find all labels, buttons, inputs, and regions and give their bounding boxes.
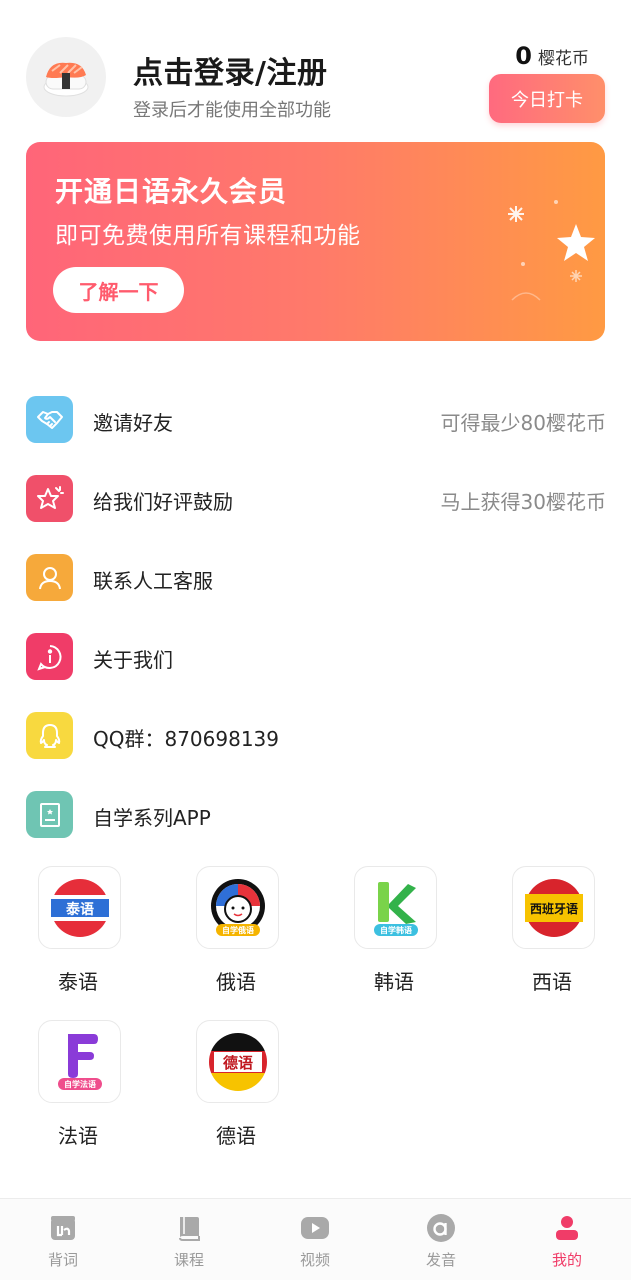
learn-more-button[interactable]: 了解一下 xyxy=(53,267,184,313)
star-decoration-icon xyxy=(508,200,595,301)
tab-label: 课程 xyxy=(173,1251,204,1269)
app-russian[interactable]: 自学俄语 俄语 xyxy=(186,866,286,1006)
play-icon xyxy=(300,1213,330,1243)
menu-item-invite[interactable]: 邀请好友 可得最少80樱花币 xyxy=(0,381,631,460)
menu-item-qq-group[interactable]: QQ群：870698139 xyxy=(0,697,631,776)
profile-header: 点击登录/注册 登录后才能使用全部功能 0 樱花币 今日打卡 xyxy=(0,0,631,140)
app-label: 泰语 xyxy=(58,970,98,994)
coin-balance: 0 樱花币 xyxy=(515,42,589,70)
tab-vocab[interactable]: 背词 xyxy=(23,1199,103,1280)
menu-item-about[interactable]: 关于我们 xyxy=(0,618,631,697)
login-title[interactable]: 点击登录/注册 xyxy=(133,48,327,92)
bottom-tab-bar: 背词 课程 视频 发音 我的 xyxy=(0,1198,631,1280)
qq-icon xyxy=(26,712,73,759)
menu-item-hint: 可得最少80樱花币 xyxy=(440,411,606,435)
pronunciation-icon xyxy=(426,1213,456,1243)
russian-app-icon: 自学俄语 xyxy=(196,866,279,949)
login-subtitle: 登录后才能使用全部功能 xyxy=(133,100,331,121)
checkin-button[interactable]: 今日打卡 xyxy=(489,74,605,123)
coin-count: 0 xyxy=(515,42,532,70)
tab-label: 发音 xyxy=(425,1251,456,1269)
vip-banner[interactable]: 开通日语永久会员 即可免费使用所有课程和功能 了解一下 xyxy=(26,142,605,341)
tab-label: 我的 xyxy=(551,1251,582,1269)
profile-icon xyxy=(552,1213,582,1243)
app-spanish[interactable]: 西班牙语 西语 xyxy=(502,866,602,1006)
book-icon xyxy=(174,1213,204,1243)
tab-label: 视频 xyxy=(299,1251,330,1269)
svg-text:德语: 德语 xyxy=(222,1054,252,1072)
app-label: 韩语 xyxy=(374,970,414,994)
menu-item-rate[interactable]: 给我们好评鼓励 马上获得30樱花币 xyxy=(0,460,631,539)
menu-item-label: 联系人工客服 xyxy=(93,569,213,593)
certificate-icon xyxy=(26,791,73,838)
sushi-icon xyxy=(43,62,89,97)
avatar[interactable] xyxy=(26,37,106,117)
app-label: 西语 xyxy=(532,970,572,994)
menu-item-label: 给我们好评鼓励 xyxy=(93,490,233,514)
spanish-app-icon: 西班牙语 xyxy=(512,866,595,949)
info-icon xyxy=(26,633,73,680)
app-german[interactable]: 德语 德语 xyxy=(186,1020,286,1160)
menu-item-label: 关于我们 xyxy=(93,648,173,672)
svg-text:自学韩语: 自学韩语 xyxy=(380,925,412,935)
tab-profile[interactable]: 我的 xyxy=(527,1199,607,1280)
app-thai[interactable]: 泰语 泰语 xyxy=(28,866,128,1006)
app-label: 俄语 xyxy=(216,970,256,994)
star-icon xyxy=(26,475,73,522)
svg-text:泰语: 泰语 xyxy=(65,901,94,918)
menu-item-label: 自学系列APP xyxy=(93,806,211,830)
banner-title: 开通日语永久会员 xyxy=(55,175,288,208)
menu-item-apps[interactable]: 自学系列APP xyxy=(0,776,631,855)
french-app-icon: 自学法语 xyxy=(38,1020,121,1103)
tab-courses[interactable]: 课程 xyxy=(149,1199,229,1280)
svg-text:自学俄语: 自学俄语 xyxy=(222,925,254,935)
menu-item-support[interactable]: 联系人工客服 xyxy=(0,539,631,618)
german-app-icon: 德语 xyxy=(196,1020,279,1103)
thai-app-icon: 泰语 xyxy=(38,866,121,949)
tab-pronunciation[interactable]: 发音 xyxy=(401,1199,481,1280)
menu-item-label: 邀请好友 xyxy=(93,411,173,435)
app-label: 法语 xyxy=(58,1124,98,1148)
app-french[interactable]: 自学法语 法语 xyxy=(28,1020,128,1160)
app-korean[interactable]: 自学韩语 韩语 xyxy=(344,866,444,1006)
banner-subtitle: 即可免费使用所有课程和功能 xyxy=(55,223,361,249)
vocab-icon xyxy=(48,1213,78,1243)
handshake-icon xyxy=(26,396,73,443)
svg-text:自学法语: 自学法语 xyxy=(64,1079,96,1089)
app-label: 德语 xyxy=(216,1124,256,1148)
person-icon xyxy=(26,554,73,601)
svg-text:西班牙语: 西班牙语 xyxy=(529,901,577,916)
tab-videos[interactable]: 视频 xyxy=(275,1199,355,1280)
menu-item-label: QQ群：870698139 xyxy=(93,727,280,751)
settings-menu: 邀请好友 可得最少80樱花币 给我们好评鼓励 马上获得30樱花币 联系人工客服 xyxy=(0,381,631,855)
coin-unit: 樱花币 xyxy=(538,49,589,69)
tab-label: 背词 xyxy=(47,1251,78,1269)
menu-item-hint: 马上获得30樱花币 xyxy=(440,490,606,514)
korean-app-icon: 自学韩语 xyxy=(354,866,437,949)
